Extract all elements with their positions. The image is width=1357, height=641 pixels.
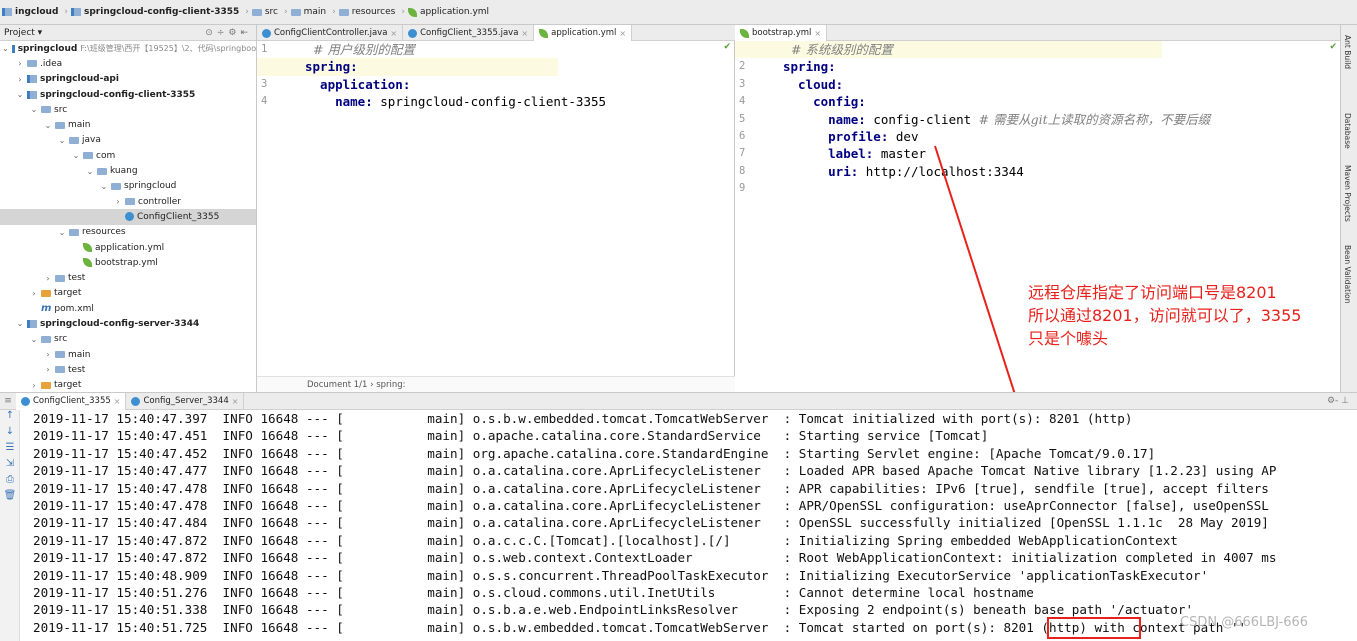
scroll-up-icon[interactable]: ↑ bbox=[0, 410, 20, 426]
soft-wrap-icon[interactable]: ☰ bbox=[0, 442, 20, 458]
clear-console-icon[interactable]: 🗑 bbox=[0, 490, 20, 506]
console-line: 2019-11-17 15:40:47.872 INFO 16648 --- [… bbox=[33, 532, 1178, 548]
console-line: 2019-11-17 15:40:47.484 INFO 16648 --- [… bbox=[33, 515, 1269, 531]
console-line: 2019-11-17 15:40:47.451 INFO 16648 --- [… bbox=[33, 428, 989, 444]
run-tabs: ≡ ConfigClient_3355 × Config_Server_3344 × ⚙… bbox=[0, 392, 1357, 410]
scroll-to-end-icon[interactable]: ⇲ bbox=[0, 458, 20, 474]
close-icon[interactable]: × bbox=[232, 397, 239, 406]
console-line: 2019-11-17 15:40:47.397 INFO 16648 --- [… bbox=[33, 411, 1133, 426]
run-tab-label: ConfigClient_3355 bbox=[33, 396, 111, 406]
console-line: 2019-11-17 15:40:48.909 INFO 16648 --- [… bbox=[33, 567, 1209, 583]
console-line: 2019-11-17 15:40:51.276 INFO 16648 --- [… bbox=[33, 584, 1034, 600]
gear-icon[interactable]: ⚙- ⊥ bbox=[1327, 396, 1349, 406]
spring-class-icon bbox=[21, 396, 30, 406]
console-line: 2019-11-17 15:40:47.872 INFO 16648 --- [… bbox=[33, 550, 1277, 566]
run-tab-label: Config_Server_3344 bbox=[143, 396, 229, 406]
console-line: 2019-11-17 15:40:47.478 INFO 16648 --- [… bbox=[33, 480, 1269, 496]
console-toolbar: ↑ ↓ ☰ ⇲ ⎙ 🗑 bbox=[0, 410, 20, 641]
run-tab[interactable]: Config_Server_3344 × bbox=[126, 392, 245, 410]
spring-class-icon bbox=[131, 396, 141, 406]
print-icon[interactable]: ⎙ bbox=[0, 474, 20, 490]
console-line: 2019-11-17 15:40:47.452 INFO 16648 --- [… bbox=[33, 445, 1156, 461]
console-line: 2019-11-17 15:40:51.338 INFO 16648 --- [… bbox=[33, 602, 1194, 618]
console-output[interactable]: 2019-11-17 15:40:47.397 INFO 16648 --- [… bbox=[20, 410, 1357, 641]
watermark: CSDN @666LBJ-666 bbox=[1180, 615, 1309, 630]
console-line: 2019-11-17 15:40:51.725 INFO 16648 --- [… bbox=[33, 619, 1247, 635]
close-icon[interactable]: × bbox=[114, 397, 121, 406]
annotation-text: 远程仓库指定了访问端口号是8201 所以通过8201，访问就可以了，3355 只… bbox=[1028, 283, 1302, 348]
run-panel-menu-icon[interactable]: ≡ bbox=[0, 396, 16, 406]
scroll-down-icon[interactable]: ↓ bbox=[0, 426, 20, 442]
port-highlight-box bbox=[1047, 617, 1141, 639]
console-line: 2019-11-17 15:40:47.478 INFO 16648 --- [… bbox=[33, 497, 1269, 513]
console-line: 2019-11-17 15:40:47.477 INFO 16648 --- [… bbox=[33, 463, 1277, 479]
run-tab[interactable]: ConfigClient_3355 × bbox=[16, 392, 127, 410]
